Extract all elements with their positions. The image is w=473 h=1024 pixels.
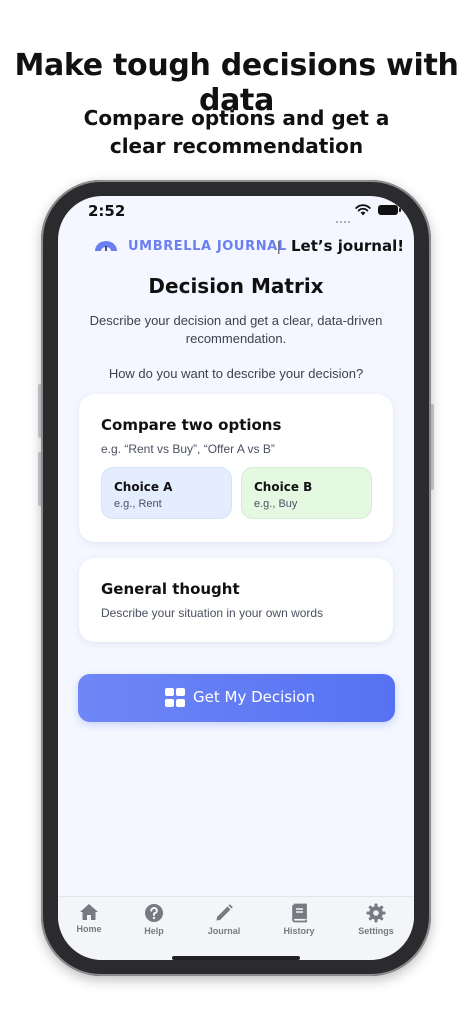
wifi-icon — [355, 204, 371, 216]
page-title: Decision Matrix — [148, 274, 324, 298]
home-indicator — [172, 956, 300, 960]
status-bar: 2:52 — [58, 196, 414, 226]
tab-help[interactable]: Help — [124, 903, 184, 936]
home-icon — [80, 904, 98, 920]
tab-settings-label: Settings — [358, 926, 394, 936]
promo-subheadline: Compare options and get a clear recommen… — [83, 106, 390, 158]
general-thought-card[interactable]: General thought Describe your situation … — [79, 558, 393, 642]
status-time: 2:52 — [88, 202, 126, 220]
compare-card-subtitle: e.g. “Rent vs Buy”, “Offer A vs B” — [101, 442, 275, 456]
tab-history-label: History — [283, 926, 315, 936]
choice-b-label: Choice B — [254, 480, 313, 494]
brand-name: UMBRELLA JOURNAL — [128, 239, 287, 254]
tab-home[interactable]: Home — [59, 903, 119, 934]
page-description: Describe your decision and get a clear, … — [89, 313, 383, 346]
grid-icon — [165, 688, 186, 708]
choice-a-placeholder: e.g., Rent — [114, 498, 162, 510]
tab-help-label: Help — [144, 926, 164, 936]
brand-tagline: Let’s journal! — [291, 237, 405, 255]
mode-question: How do you want to describe your decisio… — [108, 366, 364, 381]
tab-bar: Home Help Journal History Settings — [58, 896, 414, 960]
general-card-title: General thought — [101, 580, 240, 598]
book-icon — [292, 903, 307, 923]
umbrella-logo-icon — [95, 241, 117, 251]
tab-settings[interactable]: Settings — [346, 903, 406, 936]
cellular-signal-icon — [336, 210, 352, 223]
choice-a-input[interactable]: Choice A e.g., Rent — [101, 467, 232, 519]
gear-icon — [366, 903, 386, 923]
general-card-subtitle: Describe your situation in your own word… — [101, 606, 324, 620]
choice-b-input[interactable]: Choice B e.g., Buy — [241, 467, 372, 519]
battery-icon — [378, 205, 401, 215]
compare-card-title: Compare two options — [101, 416, 282, 434]
get-decision-label: Get My Decision — [193, 688, 315, 706]
compare-options-card[interactable]: Compare two options e.g. “Rent vs Buy”, … — [79, 394, 393, 542]
pencil-icon — [216, 904, 233, 921]
choice-a-label: Choice A — [114, 480, 173, 494]
choice-b-placeholder: e.g., Buy — [254, 498, 298, 510]
help-icon — [145, 904, 163, 922]
app-screen: 2:52 UMBRELLA JOURNAL | Let’s journal! D… — [58, 196, 414, 960]
tab-journal[interactable]: Journal — [194, 903, 254, 936]
brand-header: UMBRELLA JOURNAL | Let’s journal! — [58, 236, 414, 258]
tab-history[interactable]: History — [269, 903, 329, 936]
tab-journal-label: Journal — [207, 926, 241, 936]
tab-home-label: Home — [76, 924, 102, 934]
brand-separator: | — [277, 238, 281, 254]
get-decision-button[interactable]: Get My Decision — [78, 674, 395, 722]
